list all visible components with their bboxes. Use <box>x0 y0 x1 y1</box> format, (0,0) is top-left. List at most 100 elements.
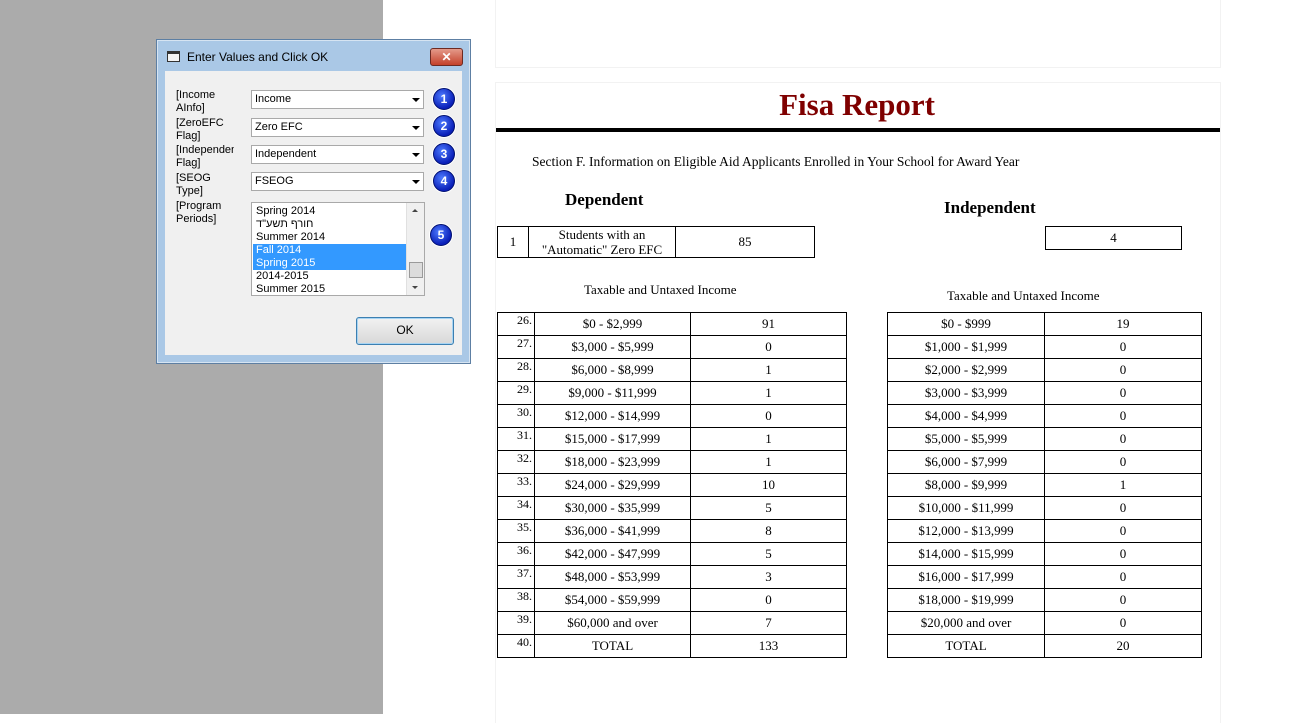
zero-efc-label: Students with an "Automatic" Zero EFC <box>528 226 676 258</box>
ok-button[interactable]: OK <box>356 317 454 345</box>
student-count: 0 <box>1044 611 1202 635</box>
income-range: TOTAL <box>534 634 691 658</box>
table-row: 38. $54,000 - $59,999 0 <box>497 588 847 612</box>
student-count: 1 <box>1044 473 1202 497</box>
table-row: $1,000 - $1,999 0 <box>887 335 1202 359</box>
student-count: 0 <box>1044 335 1202 359</box>
student-count: 0 <box>690 588 847 612</box>
row-number: 35. <box>497 519 535 543</box>
dependent-heading: Dependent <box>565 190 644 209</box>
table-row: 33. $24,000 - $29,999 10 <box>497 473 847 497</box>
student-count: 133 <box>690 634 847 658</box>
income-combo[interactable]: Income <box>251 90 424 109</box>
student-count: 1 <box>690 450 847 474</box>
zeroefc-field-label: [ZeroEFC Flag] <box>176 117 224 142</box>
row-number: 36. <box>497 542 535 566</box>
student-count: 0 <box>1044 358 1202 382</box>
student-count: 5 <box>690 496 847 520</box>
program-periods-label: [Program Periods] <box>176 200 222 225</box>
number-badge-5: 5 <box>430 224 452 246</box>
zero-efc-independent-table: 4 <box>1045 226 1182 250</box>
income-field-label: [Income AInfo] <box>176 89 216 114</box>
row-number: 26. <box>497 312 535 336</box>
list-item[interactable]: Spring 2014 <box>253 205 408 218</box>
row-number: 34. <box>497 496 535 520</box>
income-combo-value: Income <box>255 93 292 105</box>
zeroefc-combo[interactable]: Zero EFC <box>251 118 424 137</box>
input-dialog: Enter Values and Click OK ✕ [Income AInf… <box>156 39 471 364</box>
table-row: $2,000 - $2,999 0 <box>887 358 1202 382</box>
program-periods-listbox[interactable]: Spring 2014 חורף תשע"ד Summer 2014 Fall 201… <box>251 202 425 296</box>
income-range: $2,000 - $2,999 <box>887 358 1045 382</box>
number-badge-2: 2 <box>433 115 455 137</box>
independent-combo[interactable]: Independent <box>251 145 424 164</box>
table-row: $0 - $999 19 <box>887 312 1202 336</box>
income-range: $6,000 - $7,999 <box>887 450 1045 474</box>
independent-field-label: [Independent Flag] <box>176 144 234 169</box>
close-button[interactable]: ✕ <box>430 48 463 66</box>
list-item[interactable]: Summer 2014 <box>253 231 408 244</box>
student-count: 0 <box>1044 427 1202 451</box>
scroll-down-icon[interactable] <box>412 286 418 289</box>
income-range: $0 - $999 <box>887 312 1045 336</box>
table-row: 29. $9,000 - $11,999 1 <box>497 381 847 405</box>
student-count: 1 <box>690 427 847 451</box>
table-row: TOTAL 20 <box>887 634 1202 658</box>
table-row: $6,000 - $7,999 0 <box>887 450 1202 474</box>
income-range: $48,000 - $53,999 <box>534 565 691 589</box>
row-number: 30. <box>497 404 535 428</box>
dependent-income-label: Taxable and Untaxed Income <box>584 282 737 297</box>
income-range: $14,000 - $15,999 <box>887 542 1045 566</box>
chevron-down-icon[interactable] <box>412 153 420 157</box>
table-row: $3,000 - $3,999 0 <box>887 381 1202 405</box>
income-range: $3,000 - $5,999 <box>534 335 691 359</box>
list-item[interactable]: חורף תשע"ד <box>253 218 408 231</box>
number-badge-4: 4 <box>433 170 455 192</box>
student-count: 1 <box>690 358 847 382</box>
income-range: TOTAL <box>887 634 1045 658</box>
student-count: 0 <box>1044 381 1202 405</box>
independent-combo-value: Independent <box>255 148 317 160</box>
section-heading: Section F. Information on Eligible Aid A… <box>532 154 1020 169</box>
table-row: $16,000 - $17,999 0 <box>887 565 1202 589</box>
student-count: 0 <box>1044 450 1202 474</box>
table-row: 32. $18,000 - $23,999 1 <box>497 450 847 474</box>
list-item[interactable]: Spring 2015 <box>253 257 408 270</box>
independent-income-label: Taxable and Untaxed Income <box>947 288 1100 303</box>
dialog-titlebar[interactable]: Enter Values and Click OK ✕ <box>157 40 470 70</box>
student-count: 0 <box>1044 404 1202 428</box>
income-range: $6,000 - $8,999 <box>534 358 691 382</box>
table-row: 35. $36,000 - $41,999 8 <box>497 519 847 543</box>
student-count: 0 <box>690 335 847 359</box>
table-row: 26. $0 - $2,999 91 <box>497 312 847 336</box>
list-item[interactable]: 2014-2015 <box>253 270 408 283</box>
list-item[interactable]: Summer 2015 <box>253 283 408 295</box>
row-number: 39. <box>497 611 535 635</box>
chevron-down-icon[interactable] <box>412 98 420 102</box>
income-range: $16,000 - $17,999 <box>887 565 1045 589</box>
table-row: 37. $48,000 - $53,999 3 <box>497 565 847 589</box>
income-range: $10,000 - $11,999 <box>887 496 1045 520</box>
table-row: 40. TOTAL 133 <box>497 634 847 658</box>
income-range: $18,000 - $23,999 <box>534 450 691 474</box>
student-count: 0 <box>1044 496 1202 520</box>
income-range: $8,000 - $9,999 <box>887 473 1045 497</box>
seog-combo-value: FSEOG <box>255 175 294 187</box>
scroll-thumb[interactable] <box>409 262 423 278</box>
scroll-up-icon[interactable] <box>412 209 418 212</box>
student-count: 91 <box>690 312 847 336</box>
window-icon <box>167 51 180 62</box>
seog-combo[interactable]: FSEOG <box>251 172 424 191</box>
number-badge-3: 3 <box>433 143 455 165</box>
listbox-scrollbar[interactable] <box>406 203 424 295</box>
student-count: 0 <box>1044 565 1202 589</box>
table-row: $10,000 - $11,999 0 <box>887 496 1202 520</box>
income-range: $18,000 - $19,999 <box>887 588 1045 612</box>
chevron-down-icon[interactable] <box>412 126 420 130</box>
dialog-title: Enter Values and Click OK <box>187 50 329 64</box>
student-count: 10 <box>690 473 847 497</box>
income-range: $20,000 and over <box>887 611 1045 635</box>
list-item[interactable]: Fall 2014 <box>253 244 408 257</box>
chevron-down-icon[interactable] <box>412 180 420 184</box>
row-number: 40. <box>497 634 535 658</box>
